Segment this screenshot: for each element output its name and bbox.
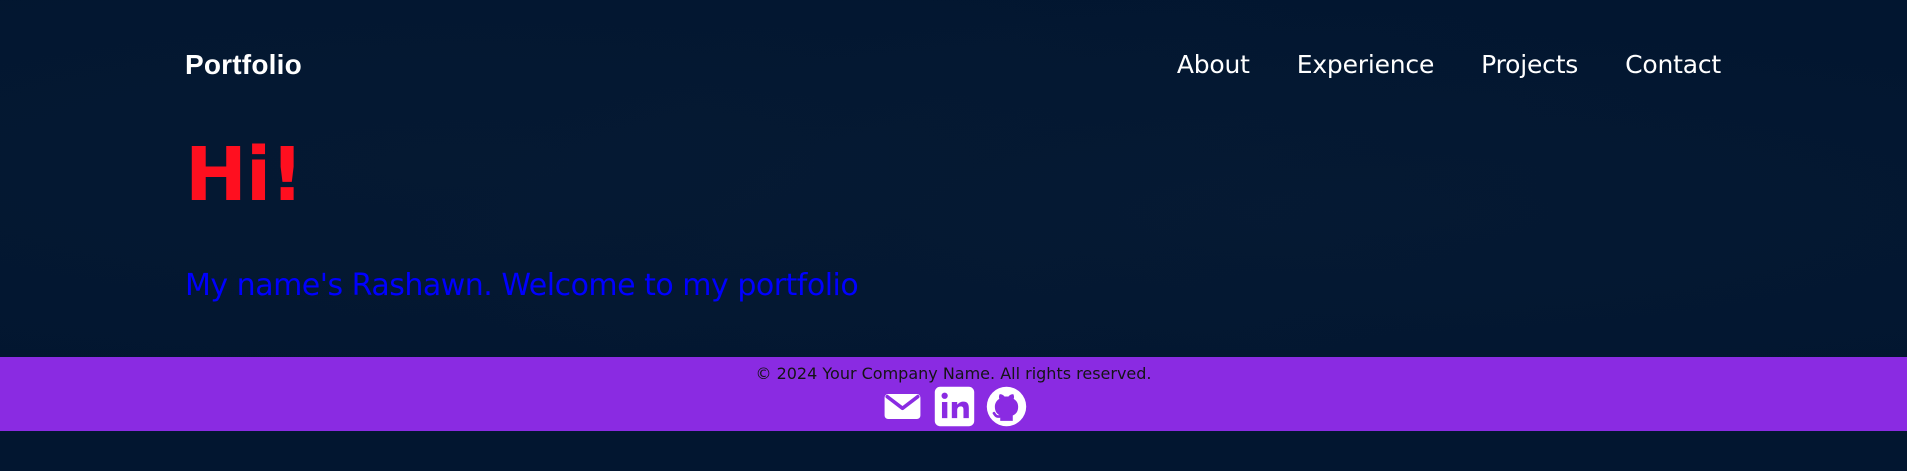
nav-about-link[interactable]: About <box>1177 52 1250 77</box>
linkedin-icon <box>934 386 975 427</box>
nav-experience-link[interactable]: Experience <box>1297 52 1435 77</box>
linkedin-link[interactable] <box>933 385 976 428</box>
envelope-icon <box>884 393 921 420</box>
brand-title[interactable]: Portfolio <box>185 49 302 81</box>
hero-heading: Hi! <box>185 132 304 218</box>
nav-projects-link[interactable]: Projects <box>1481 52 1578 77</box>
github-link[interactable] <box>985 385 1028 428</box>
nav-contact-link[interactable]: Contact <box>1625 52 1721 77</box>
site-header: Portfolio About Experience Projects Cont… <box>0 0 1907 135</box>
site-footer: © 2024 Your Company Name. All rights res… <box>0 357 1907 431</box>
email-link[interactable] <box>881 385 924 428</box>
github-icon <box>986 386 1027 427</box>
main-navigation: About Experience Projects Contact <box>1177 52 1721 77</box>
hero-subtitle: My name's Rashawn. Welcome to my portfol… <box>185 268 859 303</box>
social-links <box>881 384 1028 429</box>
footer-copyright: © 2024 Your Company Name. All rights res… <box>755 364 1152 383</box>
